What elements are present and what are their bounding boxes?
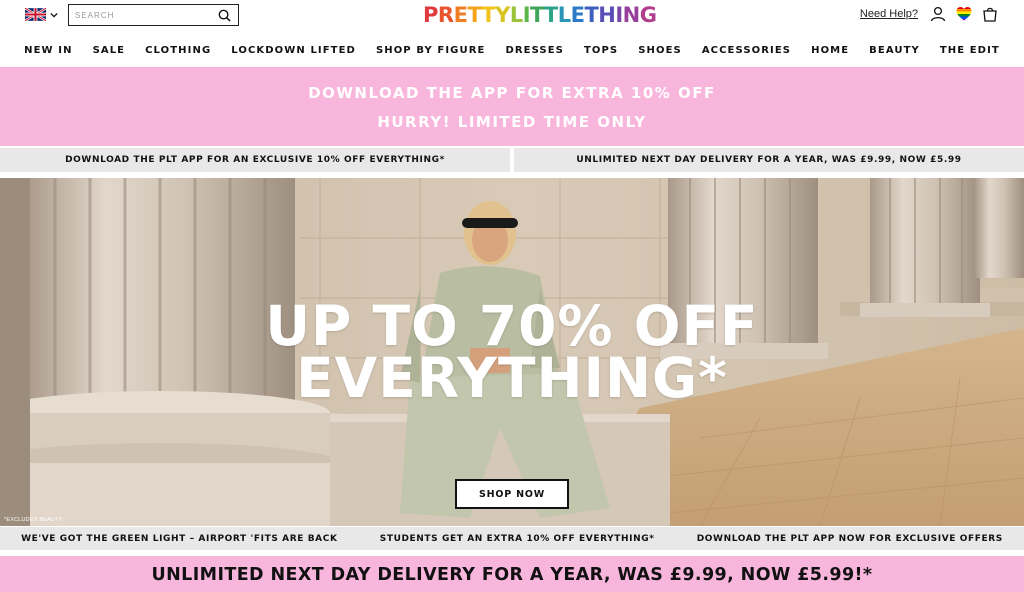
promo-line-1: DOWNLOAD THE APP FOR EXTRA 10% OFF — [308, 84, 716, 102]
logo-letter: I — [615, 3, 623, 27]
logo-letter: T — [530, 3, 544, 27]
uk-flag-icon — [25, 8, 46, 21]
nav-item-shoes[interactable]: SHOES — [628, 40, 692, 62]
logo-letter: L — [557, 3, 571, 27]
nav-item-clothing[interactable]: CLOTHING — [135, 40, 221, 62]
promo-line-2: HURRY! LIMITED TIME ONLY — [377, 113, 647, 131]
top-bar: PRETTYLITTLETHING Need Help? — [0, 0, 1024, 34]
nav-item-lockdown-lifted[interactable]: LOCKDOWN LIFTED — [221, 40, 366, 62]
promo-link-app-offers[interactable]: DOWNLOAD THE PLT APP NOW FOR EXCLUSIVE O… — [697, 534, 1003, 544]
delivery-banner[interactable]: UNLIMITED NEXT DAY DELIVERY FOR A YEAR, … — [0, 556, 1024, 592]
secondary-promo-strip: WE'VE GOT THE GREEN LIGHT – AIRPORT 'FIT… — [0, 527, 1024, 550]
nav-item-sale[interactable]: SALE — [83, 40, 136, 62]
need-help-link[interactable]: Need Help? — [860, 8, 918, 20]
brand-logo[interactable]: PRETTYLITTLETHING — [423, 3, 657, 31]
nav-item-dresses[interactable]: DRESSES — [495, 40, 574, 62]
logo-letter: H — [598, 3, 616, 27]
logo-letter: T — [467, 3, 482, 27]
logo-letter: P — [423, 3, 438, 27]
delivery-strip[interactable]: UNLIMITED NEXT DAY DELIVERY FOR A YEAR, … — [514, 148, 1024, 172]
promo-link-students[interactable]: STUDENTS GET AN EXTRA 10% OFF EVERYTHING… — [380, 534, 655, 544]
logo-letter: I — [522, 3, 531, 27]
logo-letter: T — [543, 3, 558, 27]
promo-link-airport-fits[interactable]: WE'VE GOT THE GREEN LIGHT – AIRPORT 'FIT… — [21, 534, 337, 544]
nav-item-accessories[interactable]: ACCESSORIES — [692, 40, 801, 62]
hero-footnote: *EXCLUDES BEAUTY — [4, 517, 63, 523]
hero-banner[interactable]: UP TO 70% OFF EVERYTHING* SHOP NOW *EXCL… — [0, 178, 1024, 526]
hero-headline-line-1: UP TO 70% OFF — [265, 294, 759, 358]
logo-letter: N — [622, 3, 641, 27]
nav-item-shop-by-figure[interactable]: SHOP BY FIGURE — [366, 40, 496, 62]
logo-letter: E — [453, 3, 468, 27]
nav-item-the-edit[interactable]: THE EDIT — [930, 40, 1010, 62]
nav-item-home[interactable]: HOME — [801, 40, 859, 62]
logo-letter: R — [437, 3, 454, 27]
bag-icon[interactable] — [982, 6, 998, 22]
heart-icon[interactable] — [956, 6, 972, 22]
logo-letter: G — [639, 3, 657, 27]
search-box — [68, 4, 239, 26]
app-promo-banner[interactable]: DOWNLOAD THE APP FOR EXTRA 10% OFF HURRY… — [0, 67, 1024, 146]
logo-letter: Y — [495, 3, 510, 27]
nav-item-tops[interactable]: TOPS — [574, 40, 628, 62]
logo-letter: L — [509, 3, 523, 27]
app-discount-strip[interactable]: DOWNLOAD THE PLT APP FOR AN EXCLUSIVE 10… — [0, 148, 510, 172]
hero-headline-line-2: EVERYTHING* — [296, 346, 728, 410]
chevron-down-icon — [50, 12, 58, 18]
user-icon[interactable] — [930, 6, 946, 22]
main-nav: NEW IN SALE CLOTHING LOCKDOWN LIFTED SHO… — [0, 40, 1024, 62]
nav-item-new-in[interactable]: NEW IN — [14, 40, 82, 62]
delivery-banner-text: UNLIMITED NEXT DAY DELIVERY FOR A YEAR, … — [151, 565, 873, 585]
country-selector[interactable] — [25, 8, 58, 21]
nav-item-beauty[interactable]: BEAUTY — [859, 40, 930, 62]
shop-now-button[interactable]: SHOP NOW — [455, 479, 569, 509]
hero-headline: UP TO 70% OFF EVERYTHING* — [0, 294, 1024, 410]
header-tools: Need Help? — [860, 6, 998, 22]
search-icon[interactable] — [218, 9, 231, 22]
logo-letter: E — [570, 3, 585, 27]
logo-letter: T — [584, 3, 599, 27]
search-input[interactable] — [69, 6, 209, 24]
logo-letter: T — [481, 3, 496, 27]
